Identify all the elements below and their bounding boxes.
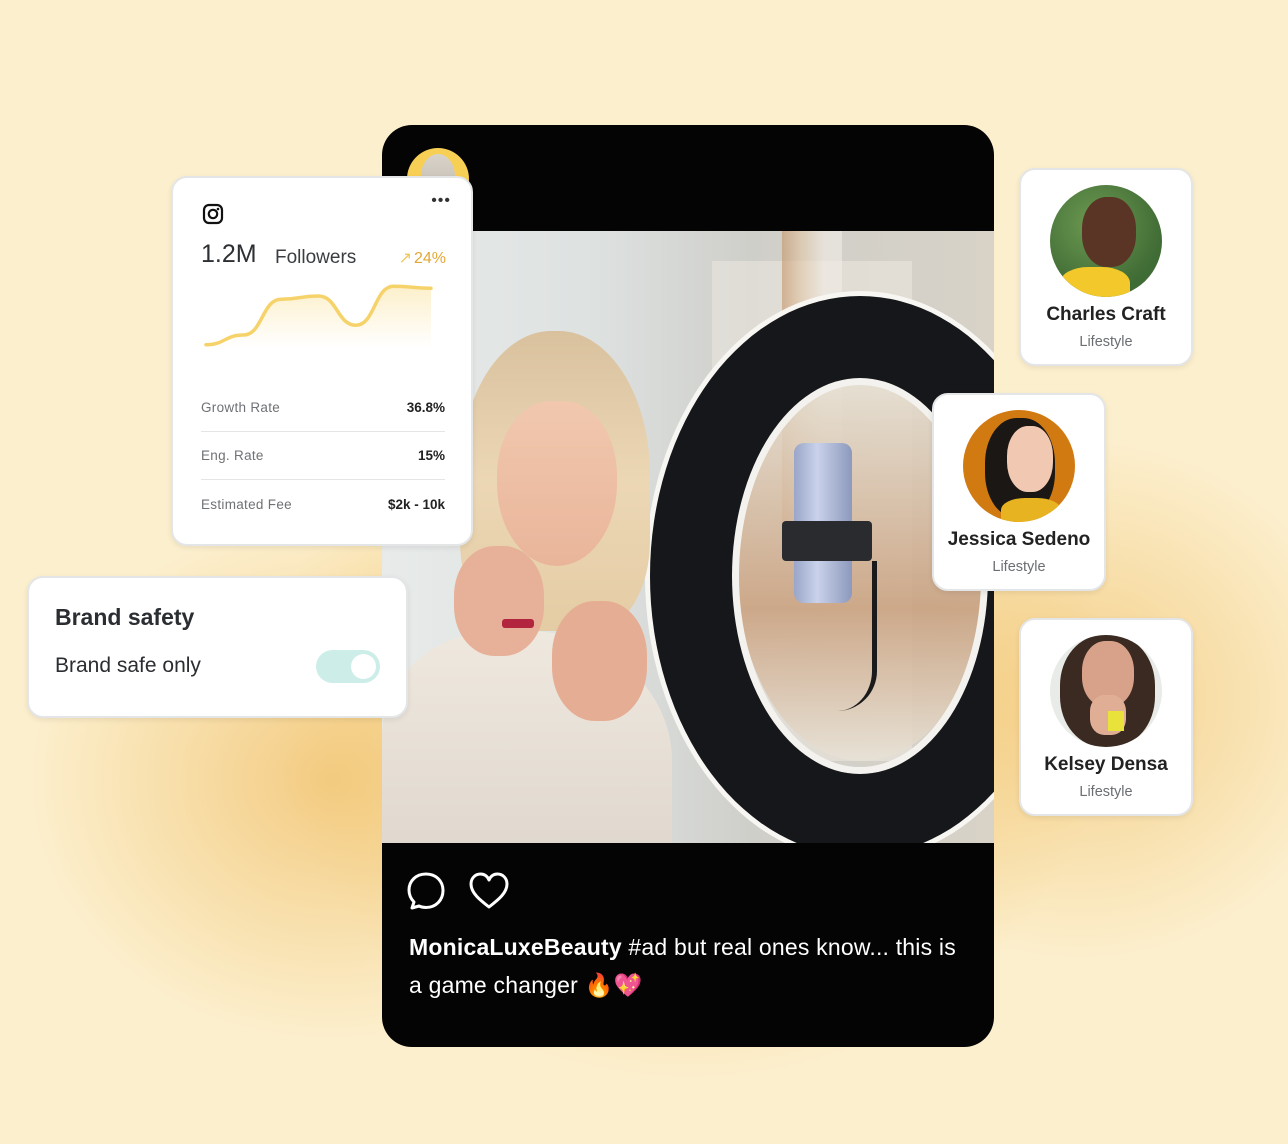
post-caption: MonicaLuxeBeauty #ad but real ones know.… [409,928,974,1004]
stat-label: Growth Rate [201,400,281,415]
brand-safe-toggle[interactable] [316,650,380,683]
stat-row-eng-rate: Eng. Rate 15% [201,432,445,480]
more-options-button[interactable]: ••• [431,192,451,210]
influencer-stats-card: ••• 1.2M Followers ↗ 24% Growth Rate 36.8… [171,176,473,546]
influencer-category: Lifestyle [1079,784,1133,800]
stat-row-estimated-fee: Estimated Fee $2k - 10k [201,480,445,528]
influencer-category: Lifestyle [1079,334,1133,350]
stat-value: 36.8% [406,400,445,415]
influencer-card[interactable]: Jessica Sedeno Lifestyle [932,393,1106,591]
brand-safe-only-label: Brand safe only [55,654,201,677]
influencer-name: Charles Craft [1046,304,1166,325]
influencer-avatar [1050,635,1162,747]
stat-label: Eng. Rate [201,448,264,463]
brand-safety-title: Brand safety [55,604,195,630]
followers-label: Followers [275,247,357,268]
growth-badge: ↗ 24% [399,248,446,268]
followers-sparkline [204,284,433,348]
stat-value: 15% [417,448,445,463]
post-username[interactable]: MonicaLuxeBeauty [409,934,622,960]
toggle-knob [351,654,376,679]
influencer-avatar [1050,185,1162,297]
influencer-name: Kelsey Densa [1044,754,1168,775]
comment-icon[interactable] [406,871,446,911]
influencer-name: Jessica Sedeno [947,529,1091,550]
stat-label: Estimated Fee [201,496,292,512]
brand-safety-card: Brand safety Brand safe only [27,576,408,718]
influencer-card[interactable]: Charles Craft Lifestyle [1019,168,1193,366]
influencer-category: Lifestyle [992,559,1046,575]
stat-row-growth-rate: Growth Rate 36.8% [201,384,445,432]
stat-value: $2k - 10k [387,496,445,512]
heart-icon[interactable] [468,871,510,911]
followers-count: 1.2M [201,240,257,268]
post-actions [406,871,510,911]
influencer-card[interactable]: Kelsey Densa Lifestyle [1019,618,1193,816]
trend-up-icon: ↗ [398,250,412,267]
instagram-post: MonicaLuxeBeauty #ad but real ones know.… [382,125,994,1047]
post-photo [382,231,994,843]
instagram-icon [202,203,224,230]
growth-percent: 24% [413,250,446,267]
influencer-avatar [963,410,1075,522]
